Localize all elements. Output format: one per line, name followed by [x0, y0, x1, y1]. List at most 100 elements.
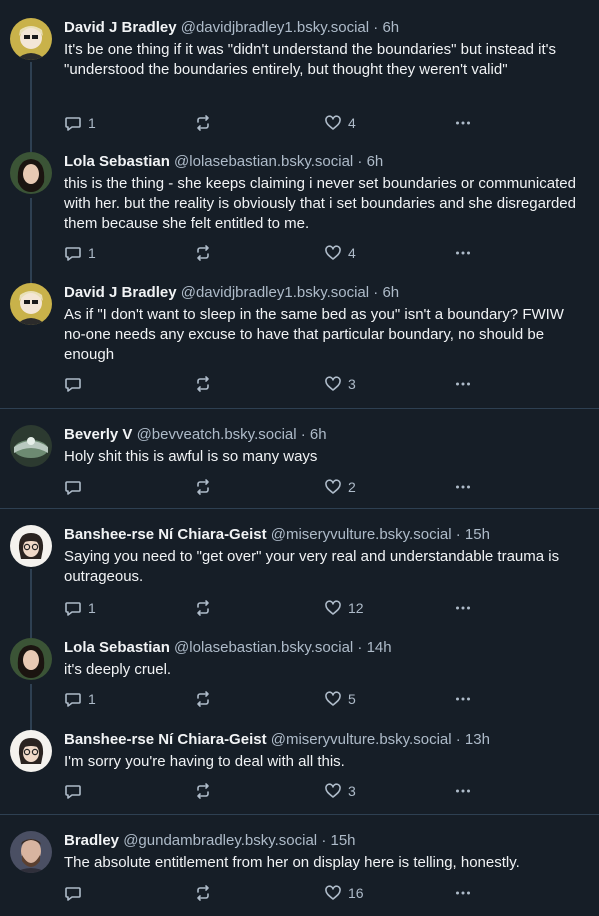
thread-feed: David J Bradley @davidjbradley1.bsky.soc… — [0, 0, 599, 915]
repost-button[interactable] — [194, 477, 218, 497]
author-name[interactable]: Lola Sebastian — [64, 639, 170, 656]
repost-button[interactable] — [194, 374, 218, 394]
more-options-button[interactable] — [454, 113, 472, 133]
post[interactable]: Banshee-rse Ní Chiara-Geist @miseryvultu… — [0, 508, 599, 629]
post-actions: 1 12 — [64, 598, 484, 618]
like-button[interactable]: 3 — [324, 374, 356, 394]
reply-button[interactable] — [64, 883, 88, 903]
post-time: · 14h — [357, 639, 392, 656]
avatar[interactable] — [10, 831, 52, 873]
more-options-button[interactable] — [454, 477, 472, 497]
avatar[interactable] — [10, 638, 52, 680]
reply-button[interactable]: 1 — [64, 243, 96, 263]
post[interactable]: Banshee-rse Ní Chiara-Geist @miseryvultu… — [0, 722, 599, 814]
thread-line — [30, 722, 32, 730]
like-button[interactable]: 16 — [324, 883, 364, 903]
post[interactable]: Lola Sebastian @lolasebastian.bsky.socia… — [0, 148, 599, 271]
post-header: Bradley @gundambradley.bsky.social · 15h — [64, 831, 583, 851]
heart-icon — [324, 375, 342, 393]
reply-button[interactable]: 1 — [64, 689, 96, 709]
repost-button[interactable] — [194, 598, 218, 618]
avatar[interactable] — [10, 18, 52, 60]
post-header: Banshee-rse Ní Chiara-Geist @miseryvultu… — [64, 730, 583, 750]
like-button[interactable]: 12 — [324, 598, 364, 618]
author-name[interactable]: Beverly V — [64, 426, 132, 443]
author-handle[interactable]: @miseryvulture.bsky.social — [271, 731, 452, 748]
avatar[interactable] — [10, 283, 52, 325]
post[interactable]: Beverly V @bevveatch.bsky.social · 6h Ho… — [0, 408, 599, 509]
post[interactable]: David J Bradley @davidjbradley1.bsky.soc… — [0, 0, 599, 148]
reply-button[interactable] — [64, 374, 88, 394]
author-name[interactable]: Banshee-rse Ní Chiara-Geist — [64, 731, 267, 748]
post-time: · 6h — [373, 19, 400, 36]
post-text: it's deeply cruel. — [64, 661, 172, 678]
author-handle[interactable]: @lolasebastian.bsky.social — [174, 639, 353, 656]
reply-icon — [64, 884, 82, 902]
repost-icon — [194, 114, 212, 132]
repost-button[interactable] — [194, 113, 218, 133]
repost-icon — [194, 375, 212, 393]
heart-icon — [324, 478, 342, 496]
reply-button[interactable] — [64, 477, 88, 497]
post[interactable]: Bradley @gundambradley.bsky.social · 15h… — [0, 814, 599, 916]
post-text: It's be one thing if it was "didn't unde… — [64, 41, 557, 78]
more-options-icon — [454, 375, 472, 393]
reply-button[interactable] — [64, 781, 88, 801]
avatar[interactable] — [10, 730, 52, 772]
author-name[interactable]: David J Bradley — [64, 19, 177, 36]
like-button[interactable]: 5 — [324, 689, 356, 709]
heart-icon — [324, 114, 342, 132]
more-options-button[interactable] — [454, 243, 472, 263]
like-button[interactable]: 4 — [324, 113, 356, 133]
more-options-button[interactable] — [454, 781, 472, 801]
post[interactable]: David J Bradley @davidjbradley1.bsky.soc… — [0, 271, 599, 408]
repost-button[interactable] — [194, 243, 218, 263]
avatar[interactable] — [10, 425, 52, 467]
avatar[interactable] — [10, 525, 52, 567]
like-button[interactable]: 2 — [324, 477, 356, 497]
author-name[interactable]: David J Bradley — [64, 284, 177, 301]
more-options-button[interactable] — [454, 598, 472, 618]
repost-button[interactable] — [194, 689, 218, 709]
like-button[interactable]: 3 — [324, 781, 356, 801]
post-actions: 1 4 — [64, 243, 484, 263]
author-name[interactable]: Banshee-rse Ní Chiara-Geist — [64, 526, 267, 543]
post-actions: 16 — [64, 883, 484, 903]
author-handle[interactable]: @davidjbradley1.bsky.social — [181, 284, 369, 301]
author-handle[interactable]: @lolasebastian.bsky.social — [174, 153, 353, 170]
reply-count: 1 — [88, 245, 96, 261]
repost-button[interactable] — [194, 883, 218, 903]
like-button[interactable]: 4 — [324, 243, 356, 263]
more-options-icon — [454, 599, 472, 617]
author-handle[interactable]: @davidjbradley1.bsky.social — [181, 19, 369, 36]
author-handle[interactable]: @gundambradley.bsky.social — [123, 832, 317, 849]
post-text: The absolute entitlement from her on dis… — [64, 854, 520, 871]
avatar[interactable] — [10, 152, 52, 194]
post-text: Saying you need to "get over" your very … — [64, 548, 560, 585]
thread-line — [30, 62, 32, 148]
reply-button[interactable]: 1 — [64, 113, 96, 133]
repost-button[interactable] — [194, 781, 218, 801]
reply-icon — [64, 690, 82, 708]
author-name[interactable]: Bradley — [64, 832, 119, 849]
more-options-icon — [454, 114, 472, 132]
author-handle[interactable]: @miseryvulture.bsky.social — [271, 526, 452, 543]
post-time: · 15h — [321, 832, 356, 849]
post[interactable]: Lola Sebastian @lolasebastian.bsky.socia… — [0, 628, 599, 722]
more-options-icon — [454, 782, 472, 800]
author-handle[interactable]: @bevveatch.bsky.social — [137, 426, 297, 443]
post-time: · 6h — [373, 284, 400, 301]
repost-icon — [194, 599, 212, 617]
post-time: · 13h — [455, 731, 490, 748]
reply-count: 1 — [88, 115, 96, 131]
thread-line — [30, 271, 32, 283]
reply-button[interactable]: 1 — [64, 598, 96, 618]
more-options-button[interactable] — [454, 689, 472, 709]
post-time: · 15h — [455, 526, 490, 543]
like-count: 4 — [348, 245, 356, 261]
post-actions: 3 — [64, 781, 484, 801]
more-options-button[interactable] — [454, 883, 472, 903]
like-count: 5 — [348, 691, 356, 707]
more-options-button[interactable] — [454, 374, 472, 394]
author-name[interactable]: Lola Sebastian — [64, 153, 170, 170]
